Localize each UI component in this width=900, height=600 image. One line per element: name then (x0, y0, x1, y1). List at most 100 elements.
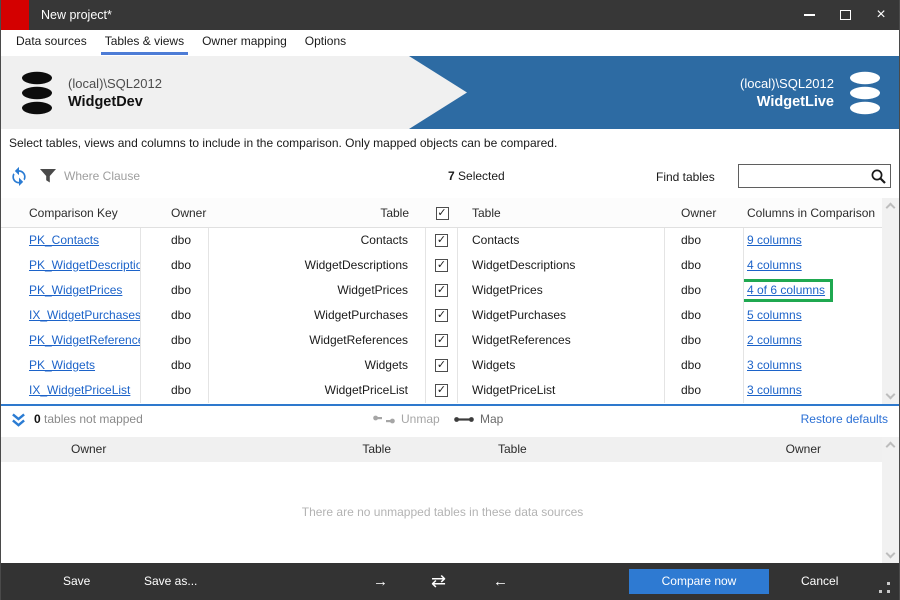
header-checkbox-cell: ✓ (426, 198, 458, 227)
checkbox-cell: ✓ (426, 303, 458, 328)
minimize-icon (803, 14, 815, 16)
unmap-button[interactable]: Unmap (373, 412, 440, 426)
data-sources-header: (local)\SQL2012 WidgetDev (local)\SQL201… (1, 56, 899, 129)
header-columns-in-comparison: Columns in Comparison (747, 206, 876, 220)
comparison-key-link[interactable]: PK_WidgetPrices (29, 283, 122, 297)
row-checkbox[interactable]: ✓ (435, 309, 448, 323)
unmapped-count: 0 (34, 412, 41, 426)
selected-count: 7 (448, 169, 455, 183)
expand-section-icon[interactable] (11, 413, 26, 427)
grid-rows: PK_Contacts dbo Contacts ✓ Contacts dbo … (1, 228, 884, 403)
map-button[interactable]: Map (454, 412, 503, 426)
header-owner-left: Owner (171, 206, 207, 220)
comparison-key-link[interactable]: IX_WidgetPriceList (29, 383, 130, 397)
unmapped-grid-scrollbar[interactable] (882, 437, 899, 563)
compare-now-button[interactable]: Compare now (629, 569, 769, 594)
selected-suffix: Selected (454, 169, 505, 183)
table-right-cell: WidgetPriceList (458, 378, 665, 403)
owner-right-cell: dbo (665, 228, 744, 253)
row-checkbox[interactable]: ✓ (435, 234, 448, 248)
target-database-name: WidgetLive (756, 93, 834, 110)
save-as-button[interactable]: Save as... (144, 563, 197, 600)
map-label: Map (480, 412, 504, 426)
table-row: PK_WidgetDescriptions dbo WidgetDescript… (1, 253, 884, 278)
unmapped-header-owner-right: Owner (785, 442, 821, 456)
select-all-checkbox[interactable]: ✓ (435, 207, 449, 221)
scroll-down-icon[interactable] (885, 389, 896, 400)
instruction-text: Select tables, views and columns to incl… (9, 136, 558, 150)
grid-scrollbar[interactable] (882, 198, 899, 404)
search-icon[interactable] (870, 168, 887, 185)
tab[interactable]: Owner mapping (200, 30, 289, 56)
table-right-cell: WidgetReferences (458, 328, 665, 353)
scroll-up-icon[interactable] (885, 202, 896, 213)
owner-right-cell: dbo (665, 353, 744, 378)
comparison-key-link[interactable]: PK_WidgetDescriptions (29, 258, 140, 272)
grid-header-row: Comparison Key Owner Table ✓ Table Owner… (1, 198, 884, 228)
comparison-key-link[interactable]: IX_WidgetPurchases (29, 308, 140, 322)
filter-icon[interactable] (39, 167, 57, 185)
row-checkbox[interactable]: ✓ (435, 284, 448, 298)
columns-link[interactable]: 3 columns (747, 358, 802, 372)
table-toolbar: Where Clause 7 Selected Find tables (1, 158, 899, 196)
table-left-cell: Widgets (209, 353, 426, 378)
columns-highlight-box: 4 of 6 columns (744, 279, 834, 303)
columns-cell: 4 of 6 columns (744, 278, 884, 303)
database-icon (22, 71, 52, 114)
swap-sources-icon[interactable]: ⇄ (431, 563, 446, 600)
columns-cell: 2 columns (744, 328, 884, 353)
table-left-cell: WidgetPrices (209, 278, 426, 303)
columns-highlight-box: 3 columns (747, 358, 802, 372)
row-checkbox[interactable]: ✓ (435, 384, 448, 398)
comparison-key-link[interactable]: PK_WidgetReferences (29, 333, 140, 347)
columns-cell: 5 columns (744, 303, 884, 328)
owner-left-cell: dbo (141, 303, 209, 328)
columns-link[interactable]: 5 columns (747, 308, 802, 322)
find-tables-input[interactable] (741, 166, 867, 186)
columns-link[interactable]: 4 of 6 columns (747, 283, 825, 297)
comparison-key-link[interactable]: PK_Contacts (29, 233, 99, 247)
columns-link[interactable]: 9 columns (747, 233, 802, 247)
where-clause-button[interactable]: Where Clause (64, 169, 140, 183)
checkbox-cell: ✓ (426, 228, 458, 253)
columns-link[interactable]: 4 columns (747, 258, 802, 272)
maximize-button[interactable] (827, 0, 863, 30)
refresh-icon[interactable] (9, 166, 29, 186)
owner-left-cell: dbo (141, 378, 209, 403)
checkbox-cell: ✓ (426, 353, 458, 378)
comparison-key-link[interactable]: PK_Widgets (29, 358, 95, 372)
table-left-cell: WidgetReferences (209, 328, 426, 353)
columns-highlight-box: 3 columns (747, 383, 802, 397)
row-checkbox[interactable]: ✓ (435, 259, 448, 273)
tab[interactable]: Data sources (14, 30, 89, 56)
minimize-button[interactable] (791, 0, 827, 30)
tab[interactable]: Options (303, 30, 348, 56)
columns-link[interactable]: 2 columns (747, 333, 802, 347)
checkbox-cell: ✓ (426, 278, 458, 303)
header-comparison-key: Comparison Key (29, 206, 118, 220)
owner-left-cell: dbo (141, 353, 209, 378)
table-row: IX_WidgetPurchases dbo WidgetPurchases ✓… (1, 303, 884, 328)
scroll-down-icon[interactable] (885, 548, 896, 559)
find-tables-box (738, 164, 891, 188)
table-left-cell: WidgetDescriptions (209, 253, 426, 278)
table-row: PK_WidgetReferences dbo WidgetReferences… (1, 328, 884, 353)
copy-right-icon[interactable]: → (373, 563, 388, 600)
app-window: New project* × Data sources Tables & vie… (0, 0, 900, 600)
row-checkbox[interactable]: ✓ (435, 334, 448, 348)
copy-left-icon[interactable]: ← (493, 563, 508, 600)
resize-grip[interactable] (887, 590, 890, 593)
tab[interactable]: Tables & views (100, 30, 189, 56)
row-checkbox[interactable]: ✓ (435, 359, 448, 373)
app-logo (1, 0, 29, 30)
cancel-button[interactable]: Cancel (801, 563, 838, 600)
restore-defaults-link[interactable]: Restore defaults (801, 412, 888, 426)
table-right-cell: Widgets (458, 353, 665, 378)
columns-link[interactable]: 3 columns (747, 383, 802, 397)
comparison-key-cell: PK_WidgetReferences (1, 328, 141, 353)
owner-right-cell: dbo (665, 378, 744, 403)
save-button[interactable]: Save (63, 563, 90, 600)
close-button[interactable]: × (863, 0, 899, 30)
comparison-key-cell: PK_Contacts (1, 228, 141, 253)
scroll-up-icon[interactable] (885, 441, 896, 452)
